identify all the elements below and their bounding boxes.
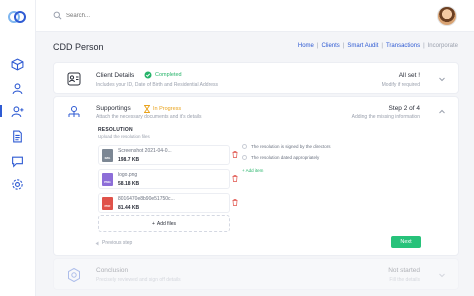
step-title: Client Details bbox=[96, 72, 135, 79]
file-size: 81.44 KB bbox=[118, 205, 140, 211]
sidebar-active-indicator bbox=[0, 105, 2, 117]
checklist-item[interactable]: The resolution dated appropriately bbox=[242, 155, 319, 160]
add-item-link[interactable]: + Add item bbox=[242, 168, 263, 173]
step-subtext: Modify if required bbox=[381, 82, 420, 88]
badge-icon bbox=[68, 267, 80, 283]
breadcrumb-smart-audit[interactable]: Smart Audit bbox=[347, 43, 378, 49]
status-badge-label: In Progress bbox=[153, 106, 182, 112]
step-description: Includes your ID, Date of Birth and Resi… bbox=[96, 82, 219, 88]
search-input[interactable] bbox=[66, 9, 216, 23]
search-icon bbox=[53, 11, 62, 20]
document-icon[interactable] bbox=[11, 130, 24, 143]
step-status: All set ! bbox=[398, 72, 420, 79]
next-button[interactable]: Next bbox=[391, 236, 421, 248]
add-files-label: Add files bbox=[156, 220, 177, 227]
cube-icon[interactable] bbox=[11, 58, 24, 71]
add-files-button[interactable]: + Add files bbox=[98, 215, 230, 232]
section-description: Upload the resolution files bbox=[98, 134, 150, 139]
file-item[interactable]: PNG logo.png 58.18 KB bbox=[98, 169, 238, 189]
step-client-details[interactable]: Client Details Completed Includes your I… bbox=[53, 62, 459, 94]
breadcrumb-clients[interactable]: Clients bbox=[321, 43, 339, 49]
top-bar bbox=[36, 0, 474, 32]
sidebar bbox=[0, 0, 36, 296]
file-type-icon: PDF bbox=[102, 197, 113, 210]
step-subtext: Fill the details bbox=[389, 277, 420, 283]
status-badge: In Progress bbox=[144, 105, 181, 113]
trash-icon[interactable] bbox=[232, 175, 238, 182]
breadcrumb-home[interactable]: Home bbox=[298, 43, 314, 49]
breadcrumb: Home | Clients | Smart Audit | Transactions… bbox=[297, 43, 458, 49]
checkbox-icon[interactable] bbox=[242, 144, 247, 149]
users-icon[interactable] bbox=[11, 82, 24, 95]
chevron-down-icon[interactable] bbox=[438, 271, 446, 279]
step-status: Not started bbox=[388, 267, 420, 274]
trash-icon[interactable] bbox=[232, 199, 238, 206]
trash-icon[interactable] bbox=[232, 151, 238, 158]
checklist-item-label: The resolution dated appropriately bbox=[251, 155, 320, 160]
step-supportings: Supportings In Progress Attach the neces… bbox=[53, 96, 459, 256]
file-size: 198.7 KB bbox=[118, 157, 140, 163]
logo-icon[interactable] bbox=[8, 9, 26, 25]
file-type-icon: PNG bbox=[102, 173, 113, 186]
step-description: Precisely reviewed and sign off details bbox=[96, 277, 181, 283]
breadcrumb-current: Incorporate bbox=[427, 43, 458, 49]
step-status: Step 2 of 4 bbox=[388, 105, 420, 112]
step-title: Conclusion bbox=[96, 267, 129, 274]
step-description: Attach the necessary documents and it's … bbox=[96, 114, 202, 120]
hourglass-icon bbox=[144, 105, 150, 113]
checklist-item[interactable]: The resolution is signed by the director… bbox=[242, 144, 331, 149]
checkbox-icon[interactable] bbox=[242, 155, 247, 160]
user-add-icon[interactable] bbox=[11, 105, 24, 118]
file-item[interactable]: IMG Screenshot 2021-04-0... 198.7 KB bbox=[98, 145, 238, 165]
status-badge-label: Completed bbox=[155, 72, 182, 78]
previous-step-button[interactable]: Previous step bbox=[95, 240, 132, 246]
status-badge: Completed bbox=[144, 71, 182, 79]
file-item[interactable]: PDF 8016470e8b90e51750c... 81.44 KB bbox=[98, 193, 238, 213]
step-subtext: Adding the missing information bbox=[351, 114, 420, 120]
chevron-up-icon[interactable] bbox=[438, 108, 446, 116]
file-type-icon: IMG bbox=[102, 149, 113, 162]
avatar[interactable] bbox=[437, 6, 457, 26]
chevron-down-icon[interactable] bbox=[438, 75, 446, 83]
checklist-item-label: The resolution is signed by the director… bbox=[251, 144, 331, 149]
step-conclusion[interactable]: Conclusion Precisely reviewed and sign o… bbox=[53, 258, 459, 290]
check-circle-icon bbox=[144, 71, 152, 79]
section-label: RESOLUTION bbox=[98, 127, 133, 133]
file-name: 8016470e8b90e51750c... bbox=[118, 196, 175, 202]
step-title: Supportings bbox=[96, 105, 131, 112]
file-name: logo.png bbox=[118, 172, 138, 178]
network-icon bbox=[68, 106, 80, 117]
file-size: 58.18 KB bbox=[118, 181, 140, 187]
file-name: Screenshot 2021-04-0... bbox=[118, 148, 172, 154]
page-title: CDD Person bbox=[53, 42, 104, 52]
triangle-left-icon bbox=[95, 241, 99, 245]
plus-icon: + bbox=[151, 220, 155, 227]
breadcrumb-transactions[interactable]: Transactions bbox=[386, 43, 420, 49]
previous-step-label: Previous step bbox=[102, 240, 133, 246]
id-card-icon bbox=[67, 72, 81, 86]
settings-icon[interactable] bbox=[11, 178, 24, 191]
chat-icon[interactable] bbox=[11, 155, 24, 168]
